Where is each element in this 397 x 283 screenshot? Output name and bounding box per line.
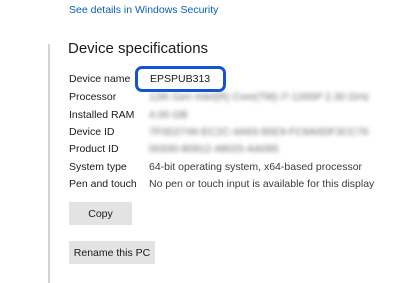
product-id-value: 00330-80912-48025-AA095 — [149, 143, 279, 155]
installed-ram-value: 4.00 GB — [149, 109, 188, 121]
spec-row-product-id: Product ID 00330-80912-48025-AA095 — [0, 141, 397, 158]
pen-and-touch-value: No pen or touch input is available for t… — [149, 178, 375, 190]
system-type-value: 64-bit operating system, x64-based proce… — [149, 161, 363, 173]
spec-row-installed-ram: Installed RAM 4.00 GB — [0, 107, 397, 124]
spec-label: Processor — [69, 91, 117, 103]
windows-security-link[interactable]: See details in Windows Security — [69, 4, 218, 16]
copy-button[interactable]: Copy — [69, 202, 132, 225]
spec-label: Device ID — [69, 126, 115, 138]
device-id-value: 7F0D2746-EC2C-4A93-95E9-FC8A0DF3CC76 — [149, 126, 369, 138]
spec-label: Pen and touch — [69, 178, 137, 190]
spec-row-pen-and-touch: Pen and touch No pen or touch input is a… — [0, 176, 397, 193]
spec-row-device-id: Device ID 7F0D2746-EC2C-4A93-95E9-FC8A0D… — [0, 124, 397, 141]
spec-row-device-name: Device name EPSPUB313 — [0, 71, 397, 88]
spec-label: Product ID — [69, 143, 119, 155]
spec-label: Installed RAM — [69, 109, 135, 121]
spec-label: System type — [69, 161, 127, 173]
spec-row-processor: Processor 12th Gen Intel(R) Core(TM) i7-… — [0, 89, 397, 106]
section-title: Device specifications — [68, 40, 209, 57]
spec-row-system-type: System type 64-bit operating system, x64… — [0, 159, 397, 176]
processor-value: 12th Gen Intel(R) Core(TM) i7-1265P 2.30… — [149, 91, 370, 103]
spec-label: Device name — [69, 73, 131, 85]
device-name-value: EPSPUB313 — [150, 73, 211, 85]
rename-this-pc-button[interactable]: Rename this PC — [69, 241, 155, 264]
